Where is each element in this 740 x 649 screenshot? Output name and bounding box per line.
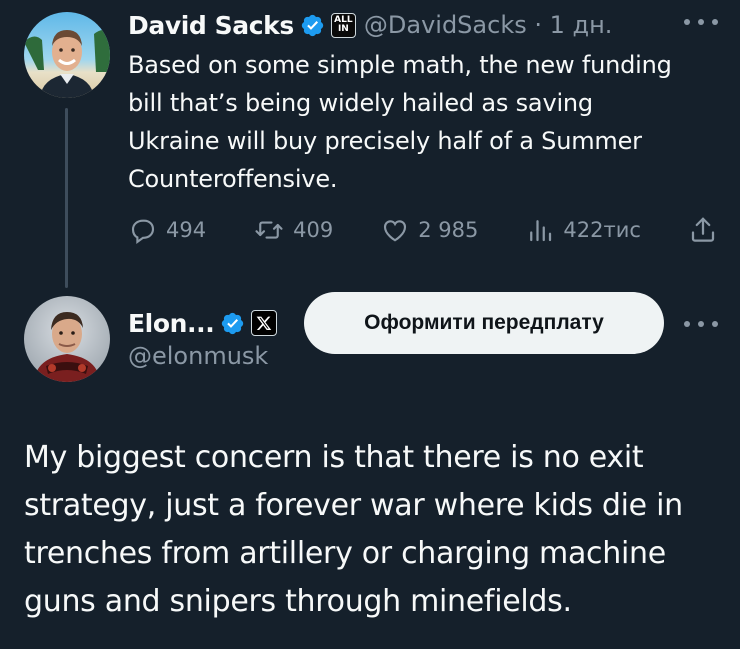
share-icon [691,217,715,242]
thread-connector-line [65,108,68,288]
repost-count: 409 [293,218,334,242]
views-button[interactable]: 422тис [525,215,641,245]
avatar-david-sacks[interactable] [24,12,110,98]
reply-count: 494 [166,218,207,242]
more-dot [684,19,690,25]
avatar-elon-musk[interactable] [24,296,110,382]
tweet2-author-name[interactable]: Elon... [128,309,215,338]
reply-button[interactable]: 494 [128,215,206,245]
tweet1-header: David Sacks ALL IN @DavidSacks · 1 дн. [128,6,612,44]
repost-button[interactable]: 409 [253,215,333,245]
like-button[interactable]: 2 985 [380,215,478,245]
views-count: 422тис [563,218,641,242]
more-dot [684,321,690,327]
tweet2-handle[interactable]: @elonmusk [128,342,268,370]
views-icon [530,220,552,242]
tweet1-handle-and-time[interactable]: @DavidSacks · 1 дн. [364,11,613,39]
subscribe-button[interactable]: Оформити передплату [304,292,664,354]
like-icon [384,220,407,242]
affiliate-badge-line2: IN [337,24,349,34]
x-logo-icon [256,316,272,330]
all-in-affiliate-badge[interactable]: ALL IN [330,12,356,38]
tweet2-text: My biggest concern is that there is no e… [24,440,683,619]
verified-badge-icon [301,14,324,36]
more-dot [698,19,704,25]
repost-icon [255,221,283,239]
more-dot [712,19,718,25]
more-dot [698,321,704,327]
tweet1-actions: 494 409 2 985 422тис [128,212,718,248]
verified-badge-icon [222,312,244,334]
x-affiliate-badge[interactable] [251,310,278,336]
reply-icon [131,219,155,244]
like-count: 2 985 [418,218,479,242]
more-icon[interactable] [684,16,718,28]
share-button[interactable] [688,215,718,245]
tweet1-text: Based on some simple math, the new fundi… [128,51,672,193]
more-dot [712,321,718,327]
tweet2-header: Elon... [128,304,278,342]
tweet1-author-name[interactable]: David Sacks [128,11,294,40]
more-icon[interactable] [684,318,718,330]
